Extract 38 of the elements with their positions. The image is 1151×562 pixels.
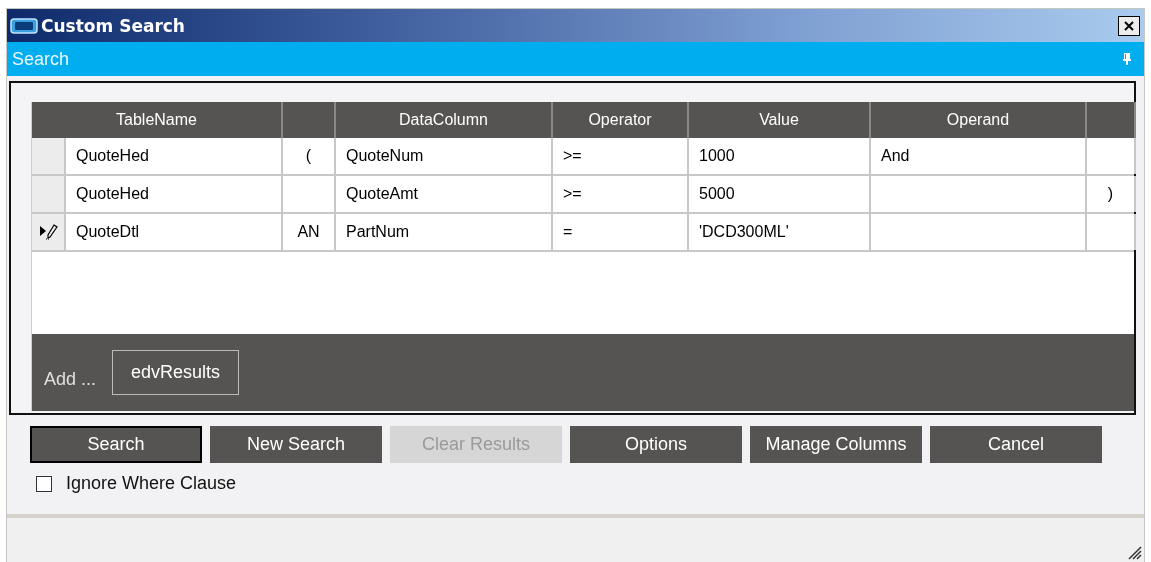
table-cell: AN (283, 214, 336, 250)
add-label: Add ... (44, 369, 97, 390)
table-cell: >= (553, 176, 689, 212)
column-header[interactable]: Value (689, 102, 871, 138)
table-cell: QuoteAmt (336, 176, 553, 212)
edit-row-icon (37, 223, 59, 241)
pane-title: Search (12, 48, 71, 70)
table-cell: QuoteDtl (66, 214, 283, 250)
table-cell: QuoteNum (336, 138, 553, 174)
action-button[interactable]: Manage Columns (750, 426, 922, 463)
pin-icon[interactable] (1122, 52, 1132, 66)
close-button[interactable] (1118, 15, 1140, 36)
result-view-button[interactable]: edvResults (112, 350, 240, 395)
row-selector[interactable] (32, 214, 66, 250)
table-cell: ) (1087, 176, 1136, 212)
column-header[interactable]: Operator (553, 102, 689, 138)
close-icon (1123, 19, 1135, 32)
action-button[interactable]: Cancel (930, 426, 1102, 463)
action-button[interactable]: New Search (210, 426, 382, 463)
table-cell: >= (553, 138, 689, 174)
app-icon (10, 16, 38, 35)
table-cell: PartNum (336, 214, 553, 250)
table-cell: 1000 (689, 138, 871, 174)
table-cell: ( (283, 138, 336, 174)
table-cell: QuoteHed (66, 138, 283, 174)
column-header[interactable]: Operand (871, 102, 1087, 138)
column-header[interactable]: DataColumn (336, 102, 553, 138)
resize-grip-icon[interactable] (1126, 544, 1142, 560)
window-title: Custom Search (41, 15, 186, 36)
table-cell: QuoteHed (66, 176, 283, 212)
table-cell: = (553, 214, 689, 250)
checkbox-label[interactable]: Ignore Where Clause (66, 473, 237, 494)
action-button[interactable]: Search (30, 426, 202, 463)
checkbox[interactable] (36, 475, 52, 492)
table-cell: And (871, 138, 1087, 174)
table-cell: 5000 (689, 176, 871, 212)
table-cell: 'DCD300ML' (689, 214, 871, 250)
action-button[interactable]: Options (570, 426, 742, 463)
